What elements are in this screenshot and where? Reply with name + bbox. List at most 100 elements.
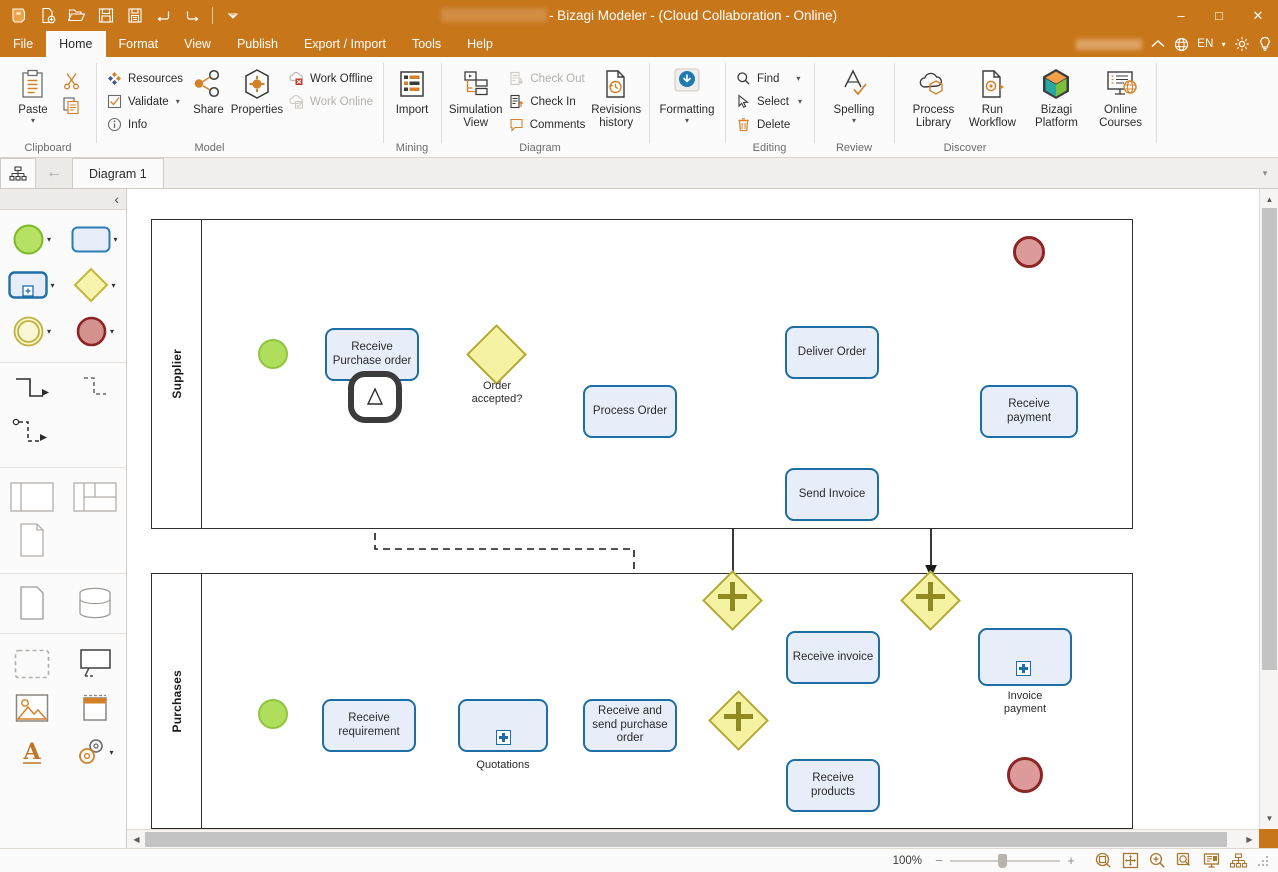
select-button[interactable]: Select ▾: [731, 91, 808, 112]
resources-button[interactable]: Resources: [102, 68, 187, 89]
comments-button[interactable]: Comments: [504, 114, 589, 135]
palette-artifacts-extra-shape[interactable]: ▾: [63, 730, 126, 774]
palette-intermediate-event-shape[interactable]: ▾: [0, 308, 63, 354]
task-receive-send-purchase-order[interactable]: Receive and send purchase order: [583, 699, 677, 752]
undo-icon[interactable]: [149, 2, 178, 29]
palette-pool-shape[interactable]: [0, 477, 63, 517]
collapse-ribbon-icon[interactable]: [1150, 38, 1166, 50]
boundary-event-message-selected[interactable]: [348, 371, 402, 423]
close-button[interactable]: ✕: [1238, 0, 1278, 31]
formatting-caret-icon[interactable]: ▾: [685, 116, 689, 124]
palette-end-event-shape[interactable]: ▾: [63, 308, 126, 354]
maximize-button[interactable]: □: [1200, 0, 1238, 31]
gear-icon[interactable]: [1234, 36, 1250, 52]
palette-start-event-shape[interactable]: ▾: [0, 216, 63, 262]
chevron-down-icon[interactable]: ▾: [109, 748, 113, 757]
menu-item-file[interactable]: File: [0, 31, 46, 57]
language-label[interactable]: EN: [1197, 38, 1214, 50]
resize-grip[interactable]: [1256, 854, 1270, 868]
task-receive-invoice[interactable]: Receive invoice: [786, 631, 880, 684]
scroll-right-icon[interactable]: ▶: [1241, 830, 1258, 849]
work-offline-button[interactable]: Work Offline: [284, 68, 377, 89]
palette-data-object-shape[interactable]: [0, 582, 63, 624]
check-in-button[interactable]: Check In: [504, 91, 589, 112]
model-tree-icon[interactable]: [0, 158, 36, 188]
paste-caret-icon[interactable]: ▾: [31, 116, 35, 124]
chevron-down-icon[interactable]: ▾: [110, 327, 114, 336]
palette-annotation-shape[interactable]: [63, 642, 126, 686]
chevron-down-icon[interactable]: ▾: [1252, 158, 1278, 188]
chevron-down-icon[interactable]: ▾: [113, 235, 117, 244]
task-deliver-order[interactable]: Deliver Order: [785, 326, 879, 379]
validate-button[interactable]: Validate ▾: [102, 91, 187, 112]
simulation-view-button[interactable]: Simulation View: [447, 62, 504, 129]
horizontal-scrollbar[interactable]: ◀ ▶: [127, 829, 1259, 848]
palette-association-connector[interactable]: [0, 412, 63, 456]
palette-lane-shape[interactable]: [63, 477, 126, 517]
revisions-history-button[interactable]: Revisions history: [589, 62, 643, 129]
palette-data-store-shape[interactable]: [63, 582, 126, 624]
end-event-supplier[interactable]: [1013, 236, 1045, 268]
zoom-in-icon[interactable]: [1144, 850, 1171, 872]
vertical-scroll-thumb[interactable]: [1262, 208, 1277, 670]
chevron-down-icon[interactable]: ▾: [50, 281, 54, 290]
palette-milestone-shape[interactable]: [0, 519, 63, 561]
find-button[interactable]: Find ▾: [731, 68, 808, 89]
palette-gateway-shape[interactable]: ▾: [63, 262, 126, 308]
menu-item-tools[interactable]: Tools: [399, 31, 454, 57]
palette-subprocess-shape[interactable]: ▾: [0, 262, 63, 308]
select-caret-icon[interactable]: ▾: [798, 97, 802, 106]
palette-text-shape[interactable]: A: [0, 730, 63, 774]
subprocess-quotations-expand-icon[interactable]: [496, 730, 511, 745]
menu-item-help[interactable]: Help: [454, 31, 506, 57]
palette-message-flow-connector[interactable]: [63, 371, 126, 411]
start-event-supplier[interactable]: [258, 339, 288, 369]
menu-item-view[interactable]: View: [171, 31, 224, 57]
vertical-scrollbar[interactable]: ▲ ▼: [1259, 189, 1278, 829]
zoom-slider[interactable]: − +: [934, 853, 1076, 868]
chevron-down-icon[interactable]: ▾: [47, 327, 51, 336]
task-receive-payment[interactable]: Receive payment: [980, 385, 1078, 438]
zoom-slider-handle[interactable]: [998, 853, 1007, 868]
minimize-button[interactable]: –: [1162, 0, 1200, 31]
globe-icon[interactable]: [1174, 37, 1189, 52]
chevron-down-icon[interactable]: ▾: [47, 235, 51, 244]
back-arrow-icon[interactable]: ←: [36, 158, 72, 188]
subprocess-invoice-payment[interactable]: [978, 628, 1072, 686]
lightbulb-icon[interactable]: [1258, 36, 1272, 52]
start-event-purchases[interactable]: [258, 699, 288, 729]
run-workflow-button[interactable]: Run Workflow: [963, 62, 1022, 129]
palette-image-shape[interactable]: [0, 686, 63, 730]
task-receive-products[interactable]: Receive products: [786, 759, 880, 812]
palette-group-shape[interactable]: [0, 642, 63, 686]
task-process-order[interactable]: Process Order: [583, 385, 677, 438]
fit-to-page-icon[interactable]: [1117, 850, 1144, 872]
menu-item-publish[interactable]: Publish: [224, 31, 291, 57]
find-caret-icon[interactable]: ▾: [796, 74, 800, 83]
open-folder-icon[interactable]: [62, 2, 91, 29]
tab-diagram-1[interactable]: Diagram 1: [72, 158, 164, 188]
bizagi-platform-button[interactable]: Bizagi Platform: [1022, 62, 1091, 129]
zoom-in-icon[interactable]: +: [1066, 853, 1076, 868]
share-button[interactable]: Share: [187, 62, 230, 117]
supplier-pool[interactable]: Supplier: [151, 219, 1133, 529]
zoom-region-icon[interactable]: [1171, 850, 1198, 872]
diagram-canvas[interactable]: Supplier Purchases Receive Purchase orde…: [127, 189, 1259, 829]
model-tree-view-icon[interactable]: [1225, 850, 1252, 872]
delete-button[interactable]: Delete: [731, 114, 808, 135]
new-document-icon[interactable]: [33, 2, 62, 29]
menu-item-format[interactable]: Format: [106, 31, 172, 57]
scroll-down-icon[interactable]: ▼: [1260, 810, 1278, 827]
end-event-purchases[interactable]: [1007, 757, 1043, 793]
properties-button[interactable]: Properties: [230, 62, 284, 117]
copy-icon[interactable]: [60, 94, 82, 116]
save-as-icon[interactable]: [120, 2, 149, 29]
palette-sequence-flow-connector[interactable]: [0, 371, 63, 411]
online-courses-button[interactable]: Online Courses: [1091, 62, 1150, 129]
scroll-up-icon[interactable]: ▲: [1260, 191, 1278, 208]
formatting-button[interactable]: Formatting ▾: [655, 62, 719, 124]
presentation-view-icon[interactable]: [1198, 850, 1225, 872]
scroll-left-icon[interactable]: ◀: [128, 830, 145, 849]
zoom-to-selection-icon[interactable]: [1090, 850, 1117, 872]
menu-item-home[interactable]: Home: [46, 31, 106, 57]
